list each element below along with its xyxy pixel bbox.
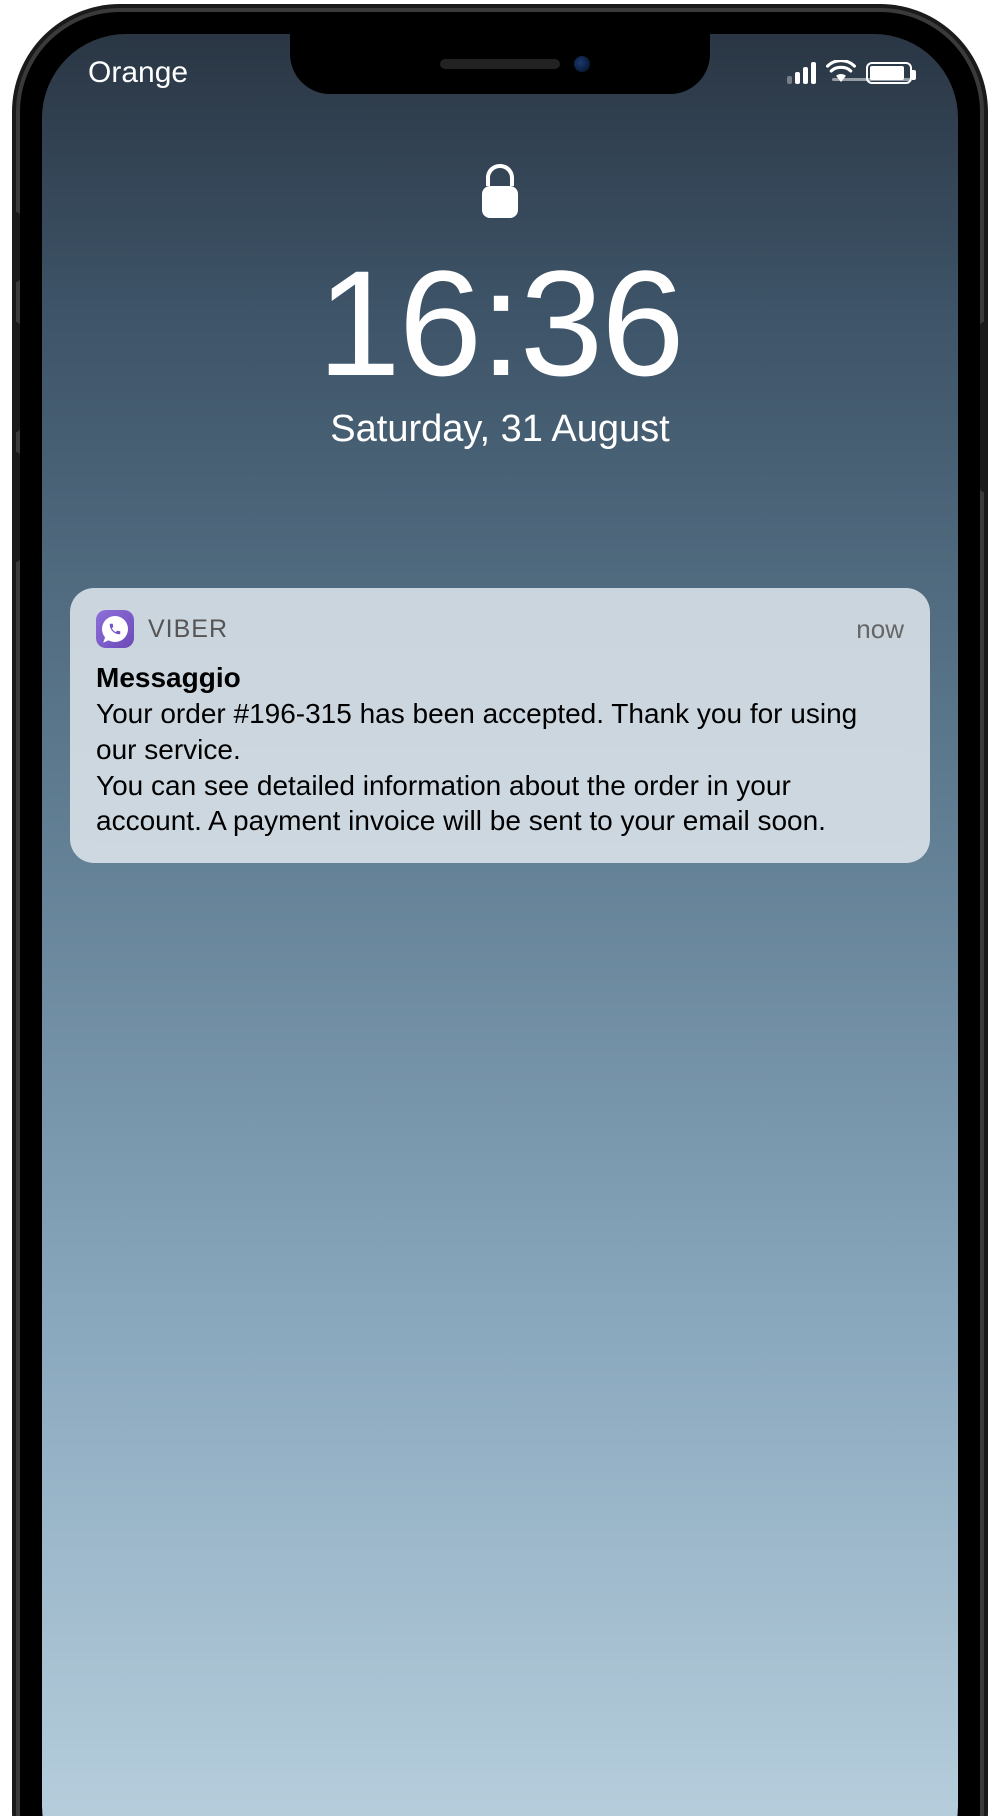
power-button[interactable] (980, 322, 988, 492)
cellular-signal-icon (787, 62, 816, 84)
notification-app-name: VIBER (148, 615, 228, 644)
notification-body: Your order #196-315 has been accepted. T… (96, 696, 904, 839)
phone-frame: Orange (20, 12, 980, 1816)
notification-header: VIBER now (96, 610, 904, 648)
lock-screen: 16:36 Saturday, 31 August (42, 164, 958, 451)
speaker (440, 59, 560, 69)
notification-timestamp: now (856, 614, 904, 645)
lock-icon (480, 164, 520, 220)
notification-card[interactable]: VIBER now Messaggio Your order #196-315 … (70, 588, 930, 863)
notification-title: Messaggio (96, 662, 904, 694)
front-camera (574, 56, 590, 72)
battery-icon (866, 62, 912, 84)
notch (290, 34, 710, 94)
mute-switch[interactable] (12, 212, 20, 282)
notification-app-info: VIBER (96, 610, 228, 648)
volume-up-button[interactable] (12, 322, 20, 432)
clock-time: 16:36 (317, 248, 682, 398)
volume-down-button[interactable] (12, 452, 20, 562)
viber-app-icon (96, 610, 134, 648)
carrier-label: Orange (88, 56, 188, 90)
status-indicators (787, 60, 912, 87)
phone-screen: Orange (42, 34, 958, 1816)
clock-date: Saturday, 31 August (330, 408, 669, 451)
wifi-icon (826, 60, 856, 87)
